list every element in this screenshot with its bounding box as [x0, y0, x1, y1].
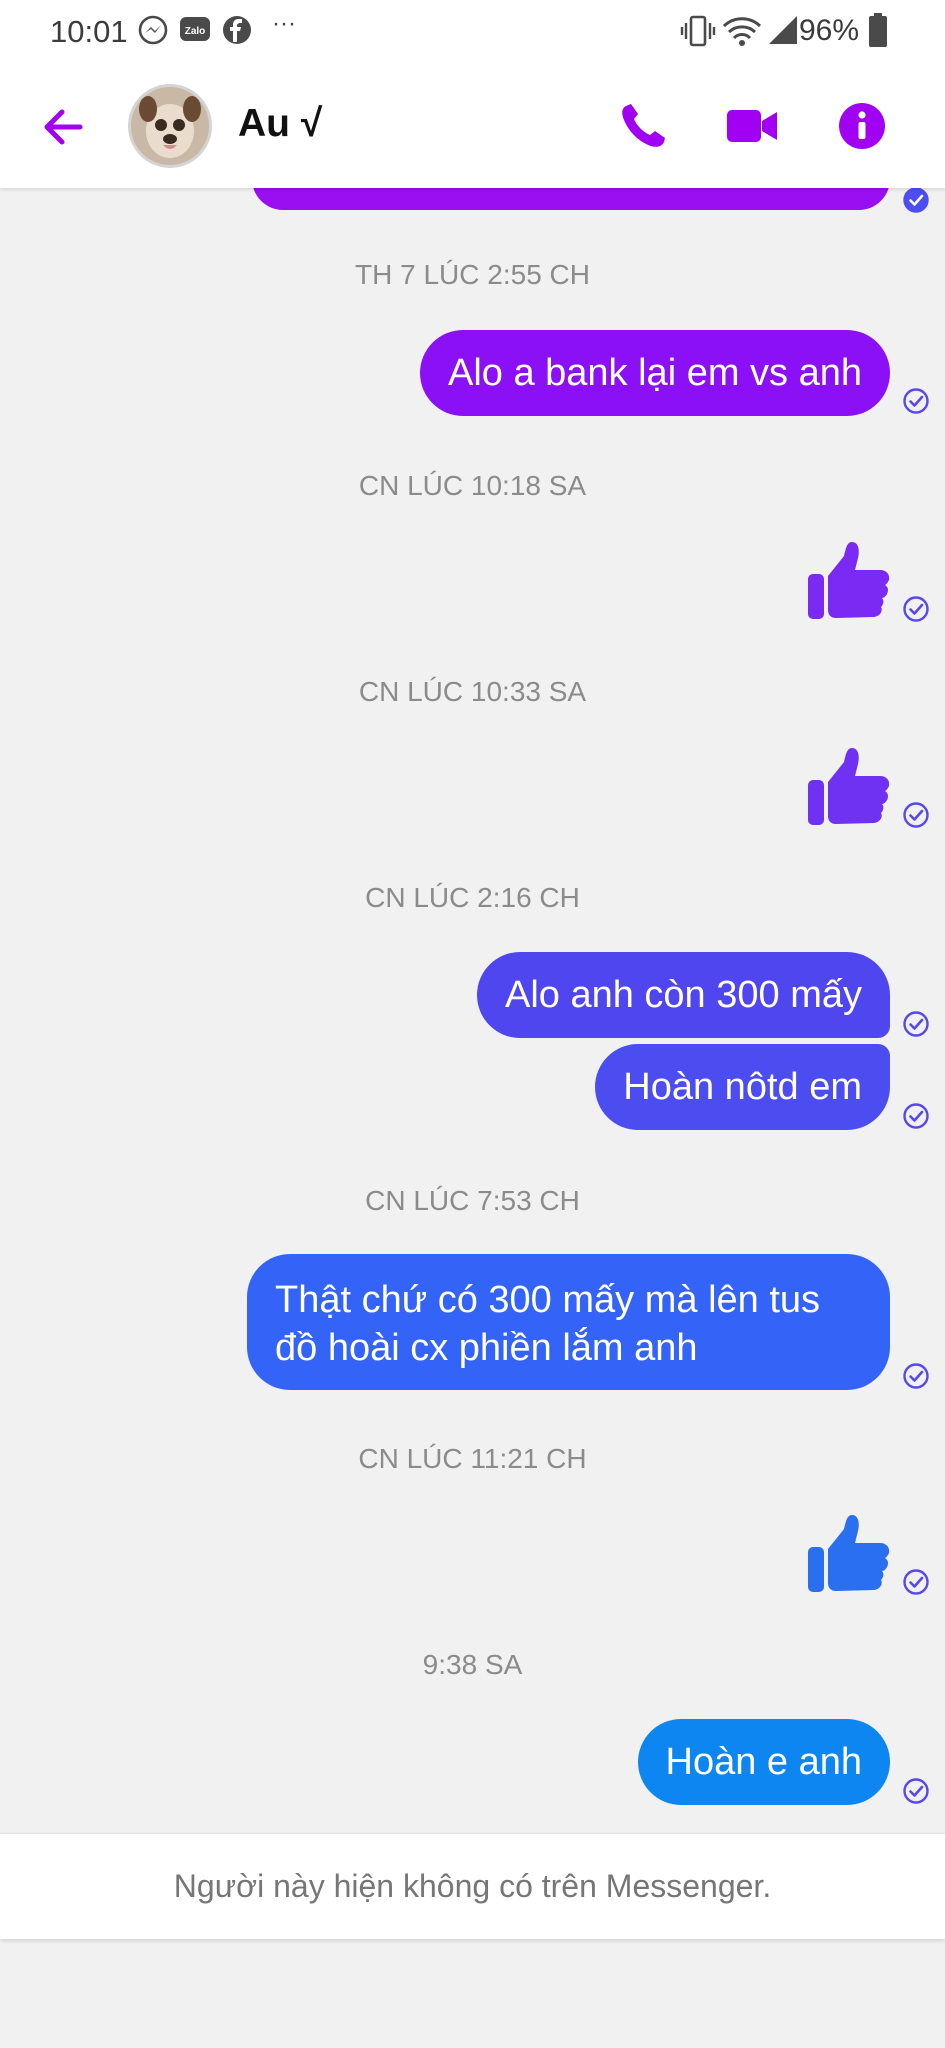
battery-percent: 96% — [798, 14, 859, 47]
timestamp: CN LÚC 10:33 SA — [358, 676, 587, 707]
timestamp: TH 7 LÚC 2:55 CH — [355, 259, 590, 290]
messenger-notification-icon — [138, 15, 168, 45]
outgoing-message-bubble[interactable]: Hoàn e anh — [637, 1719, 890, 1805]
status-bar: 10:01 Zalo ··· 96% — [0, 0, 945, 64]
outgoing-message-bubble[interactable]: Hoàn nôtd em — [595, 1044, 890, 1130]
more-notifications-icon: ··· — [272, 10, 296, 37]
facebook-notification-icon — [223, 16, 251, 44]
outgoing-message-bubble[interactable]: Thật chứ có 300 mấy mà lên tus đồ hoài c… — [247, 1254, 890, 1390]
contact-avatar[interactable] — [128, 84, 212, 168]
avatar-image — [131, 87, 209, 165]
message-list[interactable]: TH 7 LÚC 2:55 CH Alo a bank lại em vs an… — [0, 188, 945, 1833]
unavailable-notice-text: Người này hiện không có trên Messenger. — [173, 1868, 772, 1904]
timestamp: CN LÚC 11:21 CH — [358, 1443, 587, 1474]
info-icon[interactable] — [834, 100, 890, 152]
thumbs-up-like-icon[interactable] — [806, 538, 890, 622]
seen-check-icon — [903, 1363, 929, 1389]
contact-name[interactable]: Au √ — [238, 102, 322, 146]
seen-check-icon — [903, 1778, 929, 1804]
previous-message-bubble[interactable] — [252, 188, 890, 210]
back-arrow-icon[interactable] — [38, 102, 88, 152]
timestamp: 9:38 SA — [422, 1649, 523, 1680]
chat-header: Au √ — [0, 64, 945, 188]
phone-call-icon[interactable] — [616, 100, 672, 152]
timestamp: CN LÚC 10:18 SA — [358, 470, 587, 501]
wifi-icon — [722, 17, 762, 46]
outgoing-message-bubble[interactable]: Alo anh còn 300 mấy — [476, 952, 890, 1038]
signal-icon — [769, 16, 797, 44]
seen-check-icon — [903, 596, 929, 622]
seen-check-icon — [903, 802, 929, 828]
timestamp: CN LÚC 7:53 CH — [365, 1185, 580, 1216]
svg-text:Zalo: Zalo — [185, 26, 206, 37]
thumbs-up-like-icon[interactable] — [806, 744, 890, 828]
video-call-icon[interactable] — [724, 100, 780, 152]
zalo-notification-icon: Zalo — [180, 17, 210, 41]
vibrate-icon — [680, 15, 716, 47]
status-time: 10:01 — [50, 14, 128, 49]
outgoing-message-bubble[interactable]: Alo a bank lại em vs anh — [419, 330, 890, 416]
seen-check-icon — [903, 1103, 929, 1129]
thumbs-up-like-icon[interactable] — [806, 1511, 890, 1595]
seen-check-icon — [903, 188, 929, 213]
battery-icon — [869, 13, 887, 47]
seen-check-icon — [903, 1011, 929, 1037]
seen-check-icon — [903, 388, 929, 414]
unavailable-notice-bar: Người này hiện không có trên Messenger. — [0, 1833, 945, 1939]
seen-check-icon — [903, 1569, 929, 1595]
timestamp: CN LÚC 2:16 CH — [365, 882, 580, 913]
